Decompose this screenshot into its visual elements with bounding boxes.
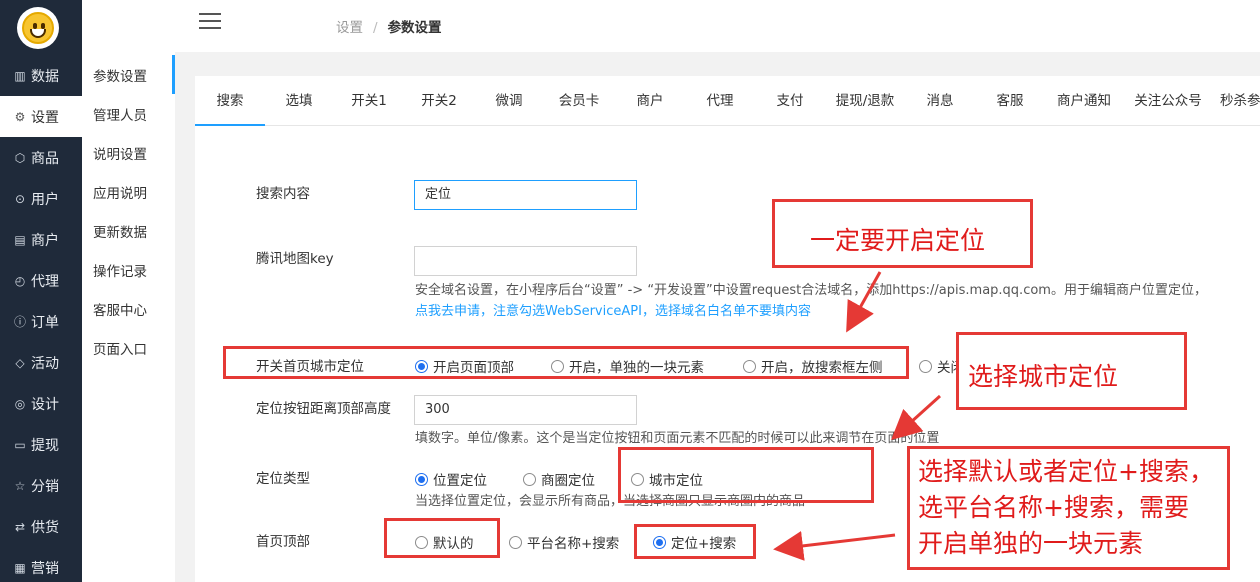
arrow-to-city-type [891,394,942,441]
annotation-arrows [773,271,942,561]
arrow-to-map-key [846,271,882,333]
arrow-to-location-search [773,530,896,561]
